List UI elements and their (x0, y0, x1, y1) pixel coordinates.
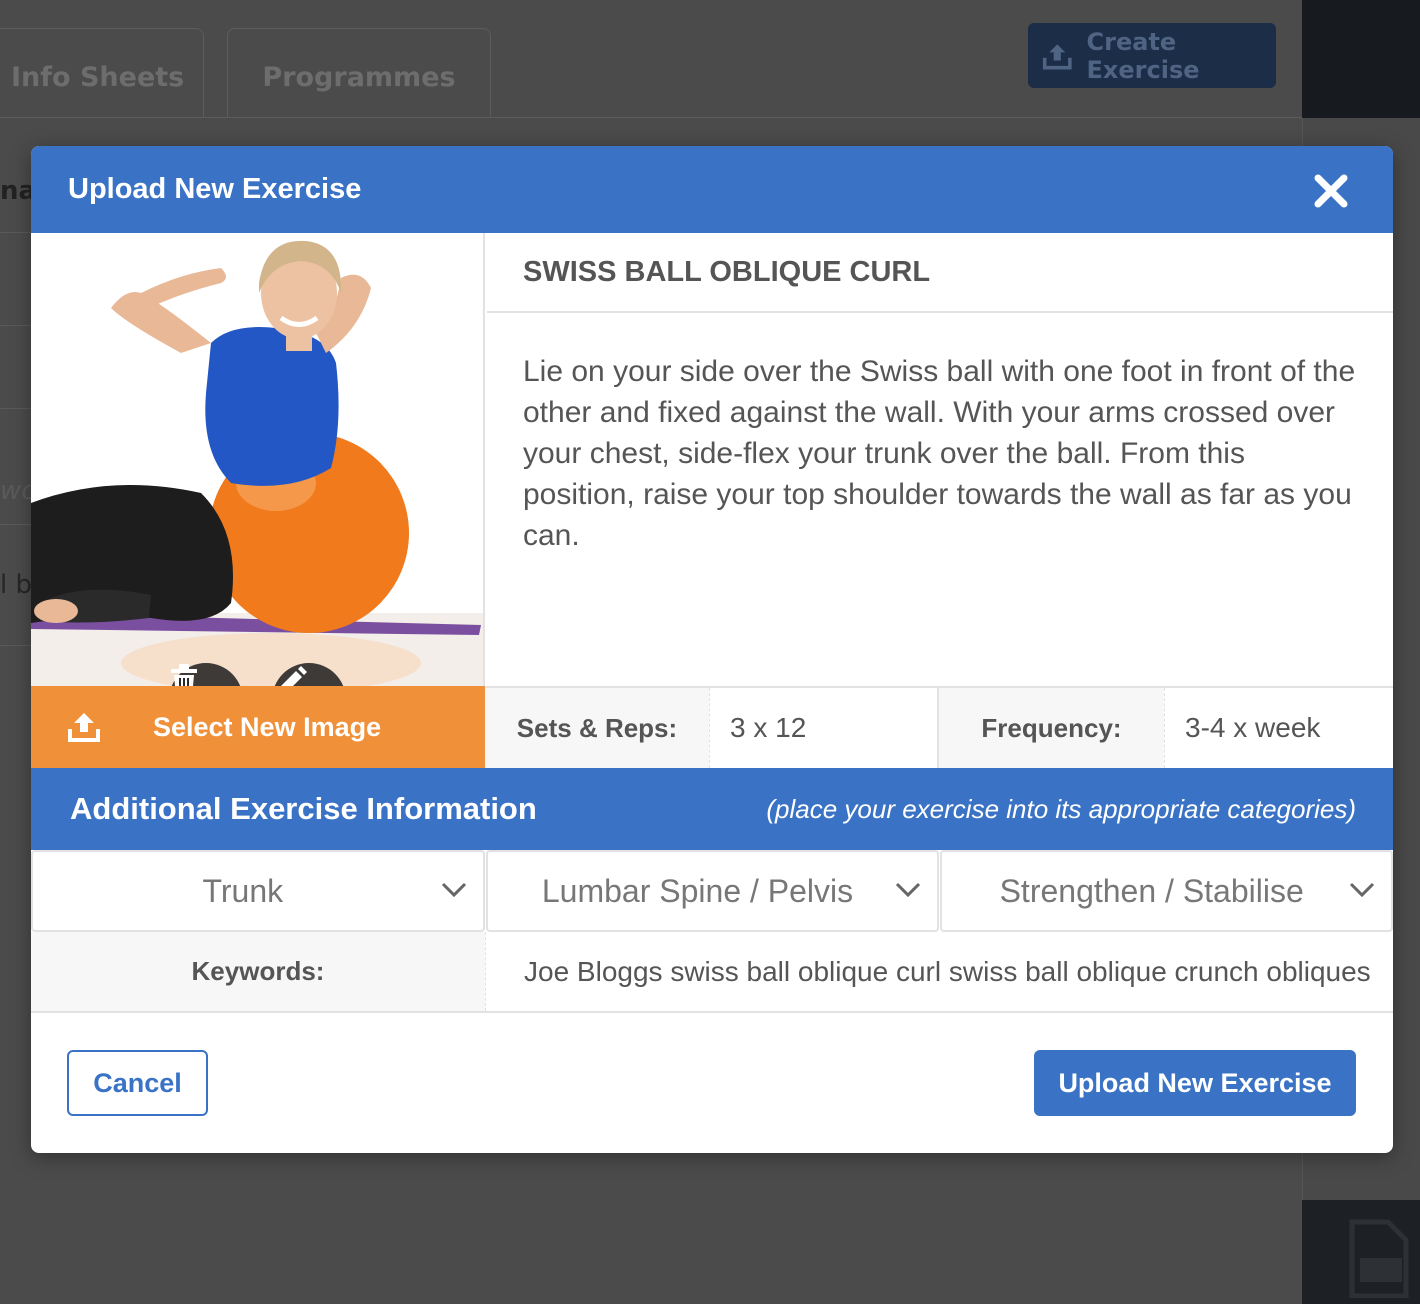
exercise-image-panel (31, 233, 485, 686)
additional-info-hint: (place your exercise into its appropriat… (766, 793, 1356, 824)
exercise-name-field[interactable]: SWISS BALL OBLIQUE CURL (487, 233, 1393, 313)
select-new-image-button[interactable]: Select New Image (31, 686, 485, 768)
keywords-input[interactable]: Joe Bloggs swiss ball oblique curl swiss… (485, 932, 1393, 1011)
stats-row: Sets & Reps: 3 x 12 Frequency: 3-4 x wee… (485, 686, 1393, 768)
additional-info-bar: Additional Exercise Information (place y… (31, 768, 1393, 850)
chevron-down-icon (1349, 882, 1375, 898)
pdf-corner-panel (1302, 1200, 1420, 1304)
frequency-input[interactable]: 3-4 x week (1164, 688, 1393, 768)
upload-exercise-button[interactable]: Upload New Exercise (1034, 1050, 1356, 1116)
exercise-type-select[interactable]: Strengthen / Stabilise (940, 850, 1393, 932)
tab-info-sheets-label: Info Sheets (11, 62, 185, 93)
close-icon[interactable] (1313, 173, 1349, 209)
tab-programmes[interactable]: Programmes (227, 28, 491, 118)
body-part-select[interactable]: Lumbar Spine / Pelvis (485, 850, 940, 932)
cancel-button[interactable]: Cancel (67, 1050, 208, 1116)
keywords-label: Keywords: (31, 932, 485, 1011)
body-part-value: Lumbar Spine / Pelvis (541, 872, 854, 909)
bg-row-divider (0, 408, 31, 409)
modal-header: Upload New Exercise (31, 146, 1393, 233)
body-region-select[interactable]: Trunk (31, 850, 485, 932)
bg-fragment-2: wo (0, 476, 31, 506)
pdf-icon[interactable] (1346, 1218, 1416, 1298)
exercise-description-field[interactable]: Lie on your side over the Swiss ball wit… (487, 315, 1393, 686)
frequency-label: Frequency: (939, 688, 1164, 768)
select-new-image-label: Select New Image (153, 711, 382, 742)
create-exercise-label: Create Exercise (1086, 27, 1200, 84)
keywords-row: Keywords: Joe Bloggs swiss ball oblique … (31, 932, 1393, 1013)
bg-row-divider (0, 232, 31, 233)
chevron-down-icon (896, 882, 921, 898)
bg-row-divider (0, 645, 31, 646)
upload-icon (1042, 43, 1072, 69)
tab-divider (0, 117, 1302, 118)
create-exercise-button[interactable]: Create Exercise (1028, 23, 1276, 88)
trash-icon (171, 664, 197, 686)
exercise-photo (31, 233, 483, 686)
exercise-type-value: Strengthen / Stabilise (999, 872, 1304, 909)
tab-programmes-label: Programmes (262, 62, 456, 93)
body-region-value: Trunk (202, 872, 284, 909)
pencil-icon (281, 666, 307, 686)
bg-fragment-1: nal (0, 176, 31, 206)
upload-exercise-modal: Upload New Exercise Select New Image SWI… (31, 146, 1393, 1153)
sets-reps-label: Sets & Reps: (485, 688, 709, 768)
category-dropdowns: Trunk Lumbar Spine / Pelvis Strengthen /… (31, 850, 1393, 932)
bg-row-divider (0, 524, 31, 525)
bg-fragment-3: l b (0, 570, 31, 600)
upload-icon (68, 713, 100, 742)
tab-info-sheets[interactable]: Info Sheets (0, 28, 204, 118)
bg-row-divider (0, 325, 31, 326)
sets-reps-input[interactable]: 3 x 12 (709, 688, 939, 768)
chevron-down-icon (441, 882, 466, 898)
header-dark-panel (1302, 0, 1420, 118)
modal-title: Upload New Exercise (68, 173, 362, 205)
additional-info-title: Additional Exercise Information (70, 791, 537, 826)
